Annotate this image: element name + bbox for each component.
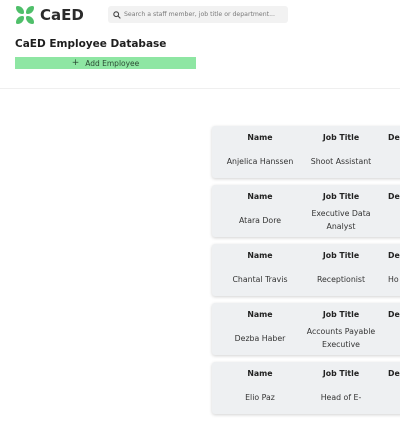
employee-department bbox=[388, 207, 400, 233]
department-header: De bbox=[388, 192, 400, 201]
search-bar[interactable] bbox=[108, 6, 288, 23]
brand-logo[interactable]: CaED bbox=[16, 6, 84, 24]
employee-job-title: Accounts Payable Executive bbox=[306, 327, 376, 349]
job-title-header: Job Title bbox=[322, 192, 360, 201]
name-header: Name bbox=[247, 192, 273, 201]
employee-department bbox=[388, 325, 400, 351]
employee-card[interactable]: Name Anjelica Hanssen Job Title Shoot As… bbox=[212, 126, 400, 178]
plus-icon: + bbox=[71, 57, 80, 68]
employee-name: Chantal Travis bbox=[232, 274, 288, 284]
job-title-header: Job Title bbox=[322, 310, 360, 319]
search-input[interactable] bbox=[124, 11, 288, 18]
page-title: CaED Employee Database bbox=[15, 38, 167, 50]
employee-card[interactable]: Name Chantal Travis Job Title Receptioni… bbox=[212, 244, 400, 296]
employee-list: Name Anjelica Hanssen Job Title Shoot As… bbox=[212, 126, 400, 421]
employee-name: Elio Paz bbox=[245, 392, 275, 402]
employee-department bbox=[388, 384, 400, 410]
name-header: Name bbox=[247, 133, 273, 142]
name-header: Name bbox=[247, 310, 273, 319]
department-header: De bbox=[388, 369, 400, 378]
top-bar: CaED bbox=[0, 0, 400, 32]
employee-name: Atara Dore bbox=[238, 215, 282, 225]
employee-job-title: Receptionist bbox=[316, 274, 366, 284]
employee-name: Anjelica Hanssen bbox=[226, 156, 294, 166]
brand-name: CaED bbox=[40, 6, 84, 24]
search-icon bbox=[113, 10, 121, 19]
employee-department bbox=[388, 148, 400, 174]
employee-job-title: Head of E- bbox=[320, 392, 362, 402]
employee-card[interactable]: Name Dezba Haber Job Title Accounts Paya… bbox=[212, 303, 400, 355]
logo-icon bbox=[16, 6, 34, 24]
department-header: De bbox=[388, 310, 400, 319]
name-header: Name bbox=[247, 251, 273, 260]
employee-job-title: Executive Data Analyst bbox=[311, 209, 371, 231]
employee-job-title: Shoot Assistant bbox=[310, 156, 372, 166]
name-header: Name bbox=[247, 369, 273, 378]
job-title-header: Job Title bbox=[322, 369, 360, 378]
employee-name: Dezba Haber bbox=[234, 333, 286, 343]
department-header: De bbox=[388, 133, 400, 142]
add-employee-button[interactable]: + Add Employee bbox=[15, 57, 196, 69]
employee-card[interactable]: Name Elio Paz Job Title Head of E- De bbox=[212, 362, 400, 414]
job-title-header: Job Title bbox=[322, 251, 360, 260]
divider bbox=[0, 88, 400, 89]
job-title-header: Job Title bbox=[322, 133, 360, 142]
add-employee-label: Add Employee bbox=[85, 58, 140, 68]
department-header: De bbox=[388, 251, 400, 260]
employee-card[interactable]: Name Atara Dore Job Title Executive Data… bbox=[212, 185, 400, 237]
employee-department: Ho bbox=[388, 274, 399, 284]
